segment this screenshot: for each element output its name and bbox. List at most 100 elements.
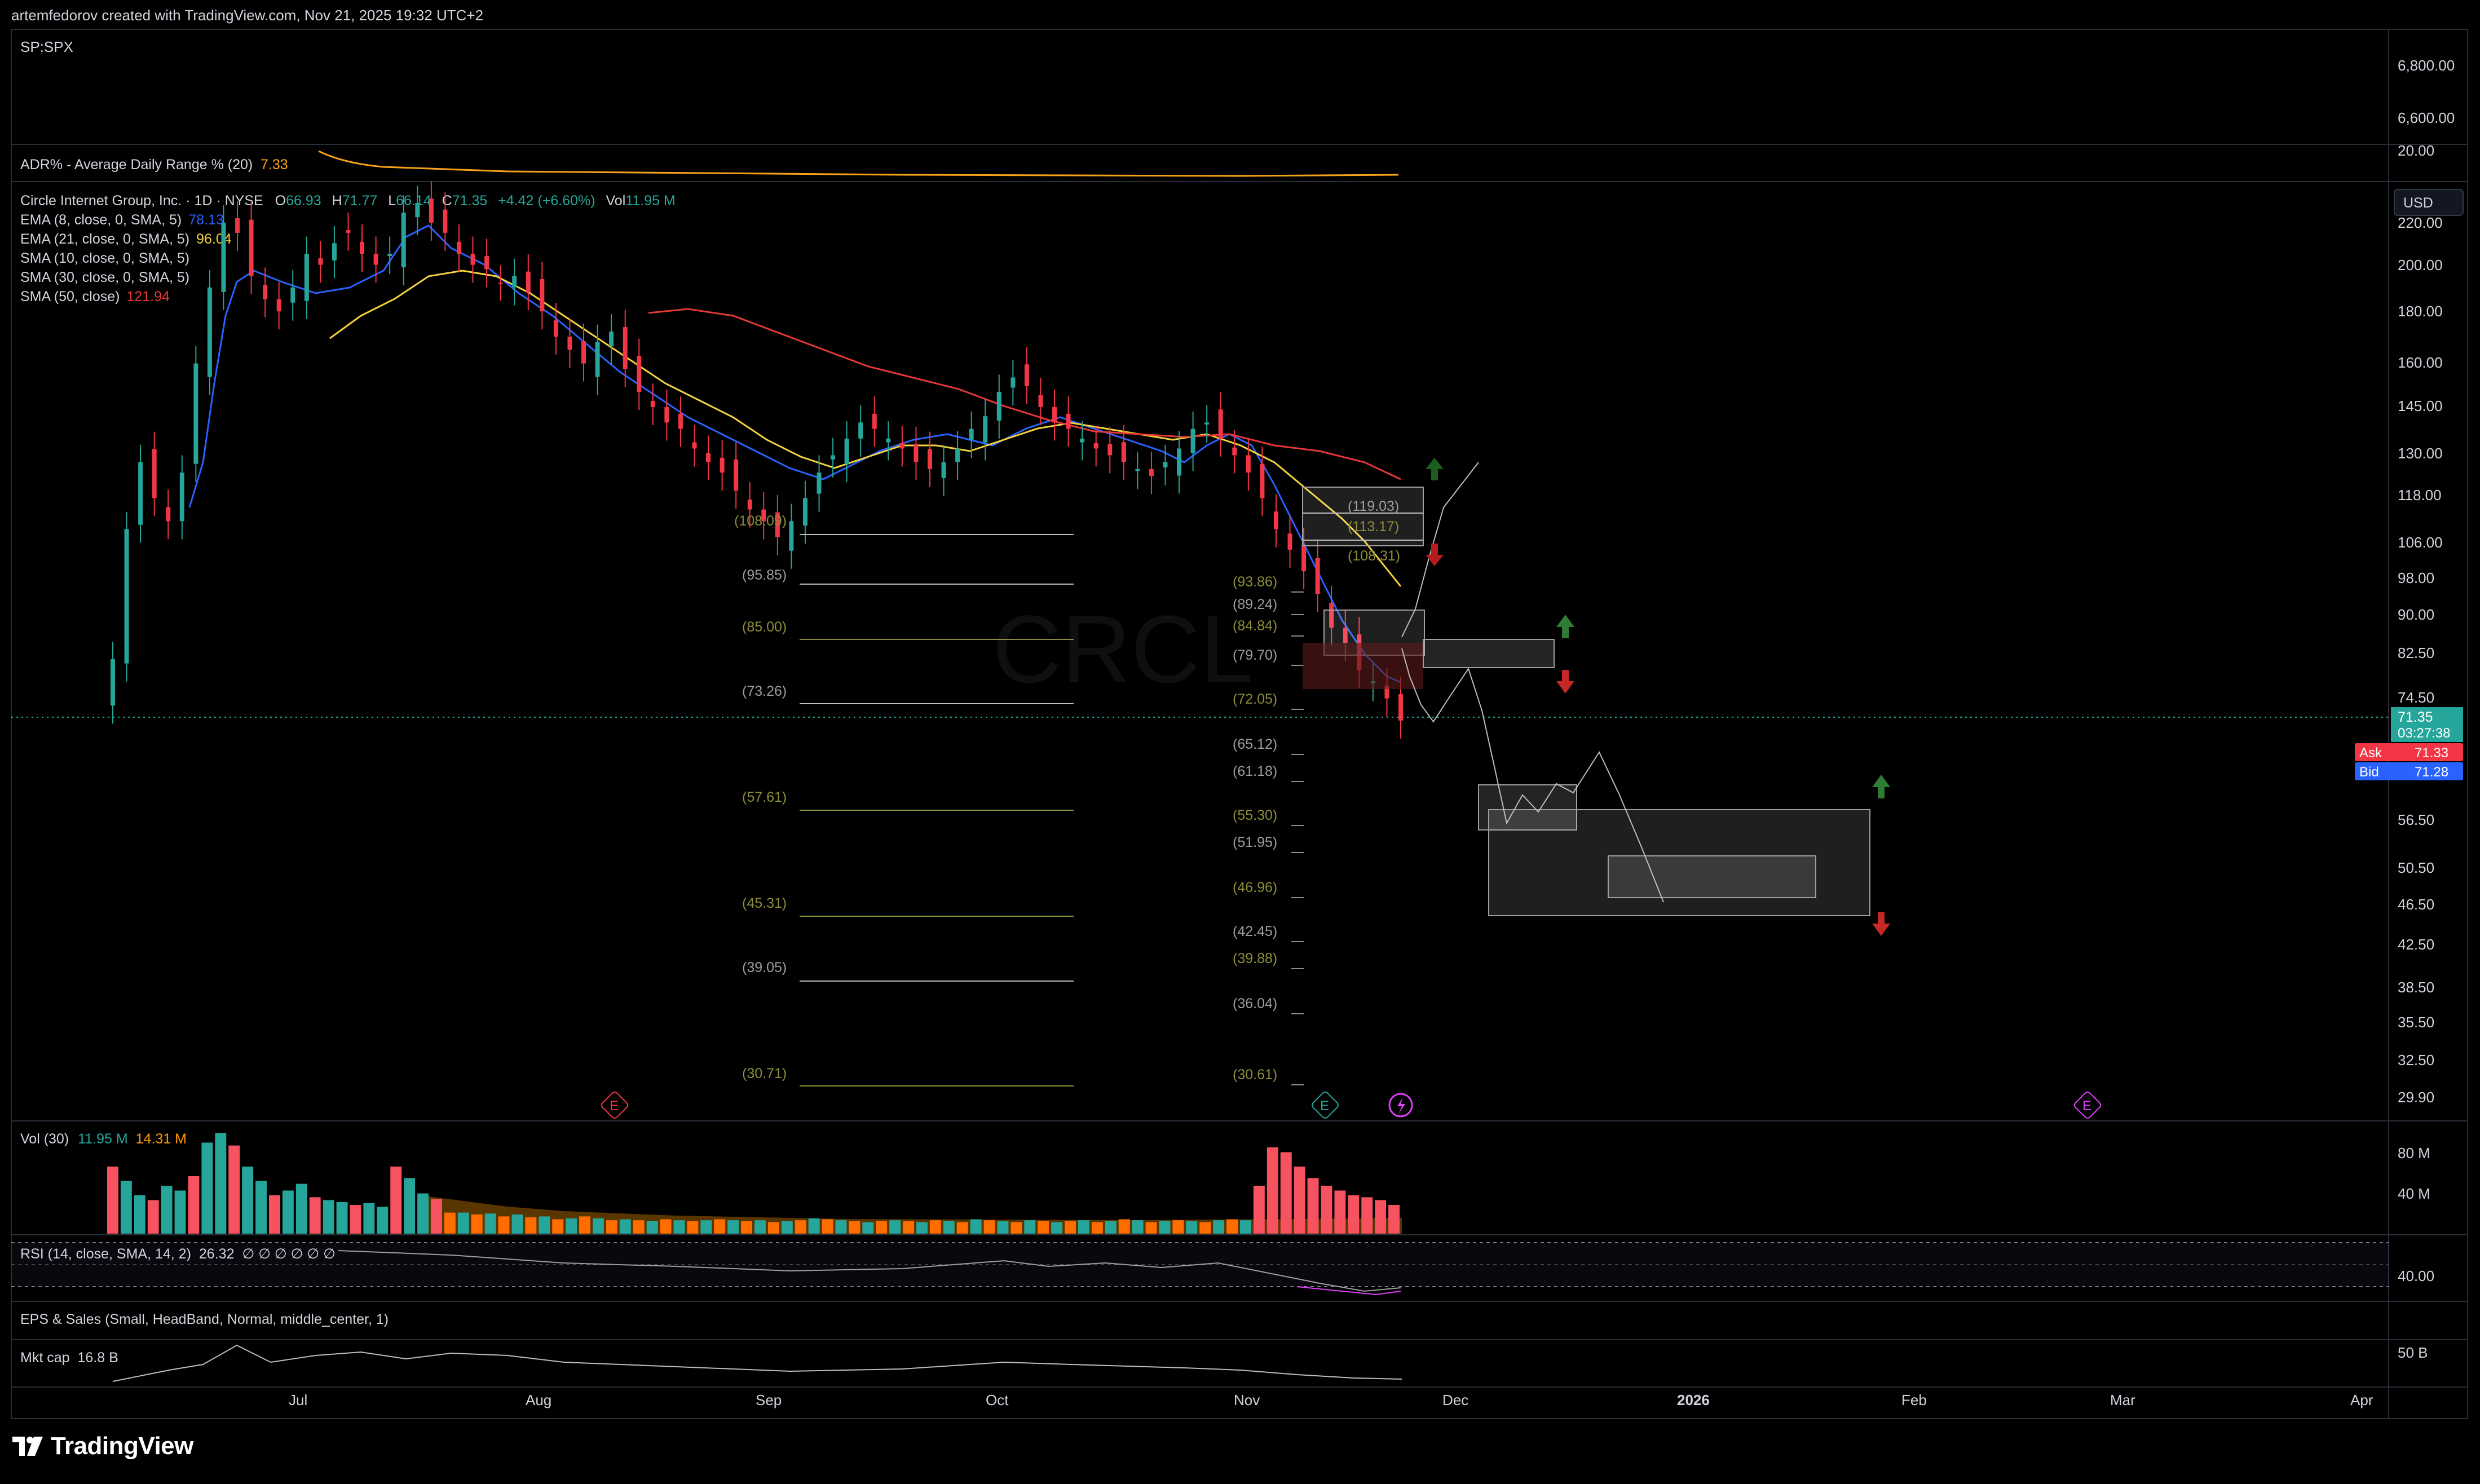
candle-body [1080,438,1085,443]
volume-bar [579,1216,590,1234]
ohlc-low-value: 66.14 [396,193,431,209]
ohlc-open-value: 66.93 [286,193,321,209]
volume-bar [795,1220,806,1234]
ask-text: Ask [2359,745,2382,761]
fib-left-label: (95.85) [742,567,787,583]
candle-body [969,429,974,440]
price-tick: 46.50 [2398,896,2434,913]
candle-body [789,521,794,551]
volume-bar [673,1220,685,1234]
candle-body [484,256,489,270]
candle-body [166,507,171,522]
volume-bar [336,1202,348,1234]
fib-right-label: (84.84) [1233,618,1277,634]
volume-tick: 80 M [2398,1145,2430,1161]
volume-bar [714,1219,726,1234]
candle-body [1163,462,1168,467]
candle-body [872,413,877,429]
tradingview-brand[interactable]: TradingView [12,1432,193,1460]
volume-bar [1172,1220,1184,1234]
tradingview-wordmark: TradingView [51,1432,193,1460]
candle-body [553,320,558,337]
top-pane-tick-1: 6,800.00 [2398,57,2455,74]
price-tick: 106.00 [2398,534,2443,551]
candle-body [1246,455,1251,473]
volume-bar [1065,1221,1076,1234]
fib-left-label: (30.71) [742,1066,787,1081]
volume-bar [215,1133,227,1234]
volume-bar [1294,1167,1305,1234]
volume-bar [1334,1190,1346,1234]
volume-tick: 40 M [2398,1185,2430,1202]
eps-label: EPS & Sales (Small, HeadBand, Normal, mi… [20,1311,389,1327]
candle-body [401,213,406,268]
fib-box-upper[interactable] [1302,487,1424,546]
projection-box-red[interactable] [1303,643,1423,689]
adr-label: ADR% - Average Daily Range % (20) [20,157,253,173]
indicator-value: 78.13 [188,212,224,228]
bid-text: Bid [2359,765,2379,780]
fib-right-label: (30.61) [1233,1067,1277,1083]
ohlc-close-value: 71.35 [452,193,488,209]
earnings-marker-label: E [610,1098,619,1114]
candle-body [152,449,157,498]
price-tick: 82.50 [2398,644,2434,661]
volume-bar [255,1181,267,1234]
rsi-tail: ∅ ∅ ∅ ∅ ∅ ∅ [242,1246,335,1262]
candle-body [318,258,323,265]
fib-left-label: (57.61) [742,789,787,805]
volume-bar [956,1222,968,1234]
mcap-value: 16.8 B [78,1350,118,1366]
fib-box-label: (119.03) [1348,498,1399,514]
candle-body [512,276,517,288]
fib-right-label: (89.24) [1233,597,1277,612]
volume-bar [1388,1205,1400,1234]
candle-body [1287,533,1292,550]
candle-body [304,254,309,301]
fib-left-label: (45.31) [742,895,787,911]
candle-body [1121,442,1126,462]
volume-bar [1348,1195,1360,1234]
chart-canvas[interactable]: SP:SPX 6,800.00 6,600.00 ADR% - Average … [0,0,2480,1484]
volume-bar [282,1190,294,1234]
mcap-label: Mkt cap [20,1350,70,1366]
volume-bar [566,1218,577,1234]
candle-body [470,254,475,265]
projection-box-2[interactable] [1423,639,1555,668]
volume-label: Vol (30) [20,1131,69,1147]
candle-body [858,422,863,439]
candle-body [387,254,392,257]
candle-body [1024,364,1029,386]
volume-bar [687,1221,699,1234]
price-tick: 56.50 [2398,811,2434,828]
candle-body [179,472,184,522]
volume-bar [727,1220,739,1234]
volume-bar [228,1145,240,1234]
price-tick: 50.50 [2398,859,2434,876]
volume-bar [363,1203,375,1234]
indicator-row-4: SMA (30, close, 0, SMA, 5) [20,270,189,285]
candle-body [692,442,697,449]
projection-box-5[interactable] [1608,855,1816,898]
volume-bar [646,1221,658,1234]
price-tick: 42.50 [2398,936,2434,953]
volume-bar [1307,1178,1319,1234]
volume-bar [781,1221,793,1234]
price-tick: 130.00 [2398,445,2443,462]
top-pane-tick-2: 6,600.00 [2398,109,2455,126]
candle-body [1301,545,1307,572]
main-legend-row: Circle Internet Group, Inc. · 1D · NYSE … [20,193,676,209]
candle [124,511,129,682]
volume-bar [903,1221,914,1234]
symbol-title: Circle Internet Group, Inc. · 1D · NYSE [20,193,263,209]
volume-bar [1240,1220,1251,1234]
candle-body [650,401,655,407]
volume-bar [525,1217,537,1234]
candle-body [1260,463,1265,498]
volume-bar [862,1222,874,1234]
fib-right-label: (42.45) [1233,924,1277,939]
volume-bar [1105,1221,1117,1234]
price-tick: 145.00 [2398,398,2443,414]
volume-bar [808,1218,820,1234]
volume-bar [700,1220,712,1234]
